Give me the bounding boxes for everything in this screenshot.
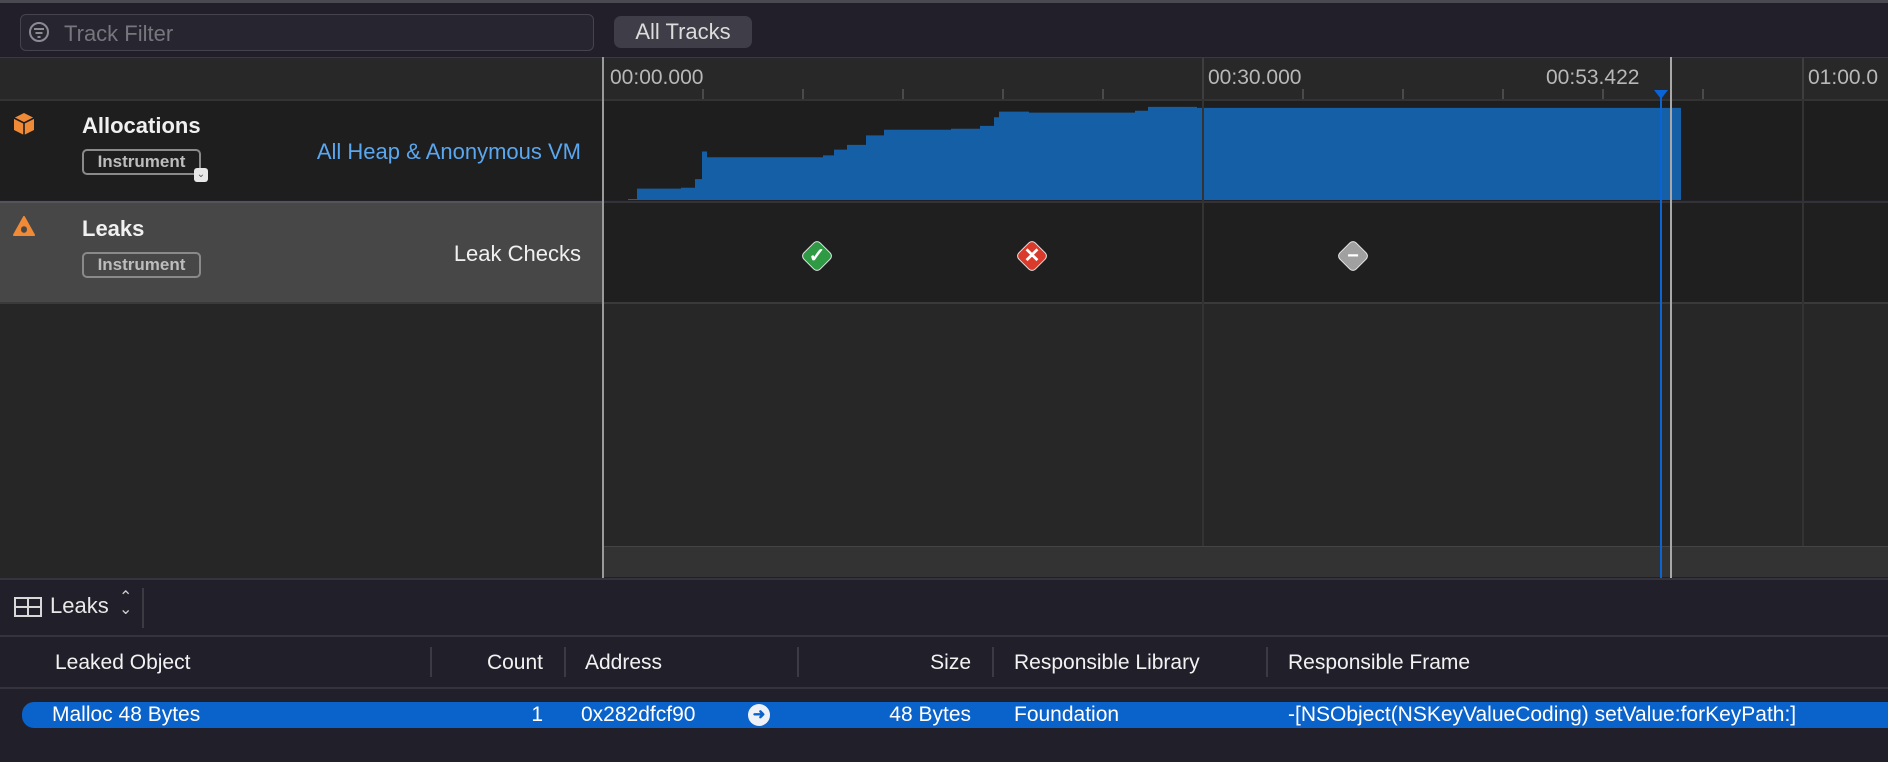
ruler-major-tick [1802, 58, 1804, 100]
toolbar-divider [142, 588, 144, 628]
detail-toolbar: Leaks ⌃ ⌄ [0, 578, 1888, 635]
detail-view-selector[interactable]: Leaks [50, 593, 109, 619]
time-ruler[interactable]: 00:00.000 00:30.000 00:53.422 01:00.0 [0, 57, 1888, 100]
column-header-address[interactable]: Address [585, 651, 662, 675]
track-header-leaks[interactable]: Leaks Instrument Leak Checks [0, 201, 603, 302]
track-title: Allocations [82, 113, 201, 138]
track-list-empty-area [0, 302, 603, 578]
all-tracks-button[interactable]: All Tracks [614, 16, 752, 48]
ruler-label-30s: 00:30.000 [1208, 66, 1302, 89]
allocations-graph-area[interactable] [603, 99, 1888, 200]
column-header-responsible-library[interactable]: Responsible Library [1014, 651, 1200, 675]
ruler-major-tick [1202, 58, 1204, 100]
ruler-label-start: 00:00.000 [610, 66, 704, 89]
column-divider[interactable] [1266, 647, 1268, 677]
column-divider[interactable] [564, 647, 566, 677]
track-title: Leaks [82, 216, 145, 241]
timeline-start-line [602, 57, 604, 578]
leaks-graph-area[interactable]: ✓ ✕ − [603, 201, 1888, 302]
timeline-empty-area [603, 302, 1888, 546]
column-header-count[interactable]: Count [487, 651, 543, 675]
minus-icon: − [1347, 245, 1359, 267]
up-down-chevron-icon[interactable]: ⌃ ⌄ [119, 590, 132, 618]
allocations-area [628, 106, 1681, 200]
cell-leaked-object: Malloc 48 Bytes [52, 703, 201, 726]
filter-icon [29, 22, 49, 42]
ruler-label-playhead: 00:53.422 [1546, 66, 1640, 89]
table-header: Leaked Object Count Address Size Respons… [0, 635, 1888, 689]
allocations-type-selector[interactable]: All Heap & Anonymous VM [317, 139, 581, 165]
allocations-graph [628, 106, 1681, 200]
cell-responsible-library: Foundation [1014, 703, 1120, 726]
leaks-drop-icon [13, 216, 35, 236]
column-header-size[interactable]: Size [930, 651, 971, 675]
playhead[interactable] [1660, 92, 1662, 578]
playhead-handle[interactable] [1654, 90, 1668, 99]
instrument-badge[interactable]: Instrument [82, 149, 201, 175]
grid-line [1202, 99, 1204, 546]
allocations-cube-icon [13, 113, 35, 135]
column-header-leaked-object[interactable]: Leaked Object [55, 651, 190, 675]
track-filter-input[interactable]: Track Filter [20, 14, 594, 51]
grid-line [1802, 99, 1804, 546]
table-row[interactable]: Malloc 48 Bytes 1 0x282dfcf90 ➜ 48 Bytes… [22, 702, 1888, 728]
timeline-scrollbar[interactable] [603, 546, 1888, 577]
cell-size: 48 Bytes [889, 703, 971, 726]
track-header-allocations[interactable]: Allocations Instrument ⌄ All Heap & Anon… [0, 99, 603, 200]
x-icon: ✕ [1023, 245, 1041, 267]
ruler-label-60s: 01:00.0 [1808, 66, 1879, 89]
checkmark-icon: ✓ [808, 245, 826, 267]
cell-count: 1 [531, 703, 543, 726]
leak-checks-label: Leak Checks [453, 241, 581, 266]
column-divider[interactable] [992, 647, 994, 677]
column-divider[interactable] [797, 647, 799, 677]
cell-responsible-frame: -[NSObject(NSKeyValueCoding) setValue:fo… [1288, 703, 1797, 726]
cell-address: 0x282dfcf90 [581, 703, 696, 726]
column-divider[interactable] [430, 647, 432, 677]
recording-end-line [1670, 57, 1672, 578]
chevron-down-icon[interactable]: ⌄ [194, 168, 208, 182]
column-header-responsible-frame[interactable]: Responsible Frame [1288, 651, 1470, 675]
instrument-badge[interactable]: Instrument [82, 252, 201, 278]
track-filter-placeholder: Track Filter [64, 21, 174, 46]
go-to-arrow-icon[interactable]: ➜ [748, 704, 770, 726]
table-grid-icon [14, 597, 42, 617]
top-toolbar: Track Filter All Tracks [0, 0, 1888, 57]
